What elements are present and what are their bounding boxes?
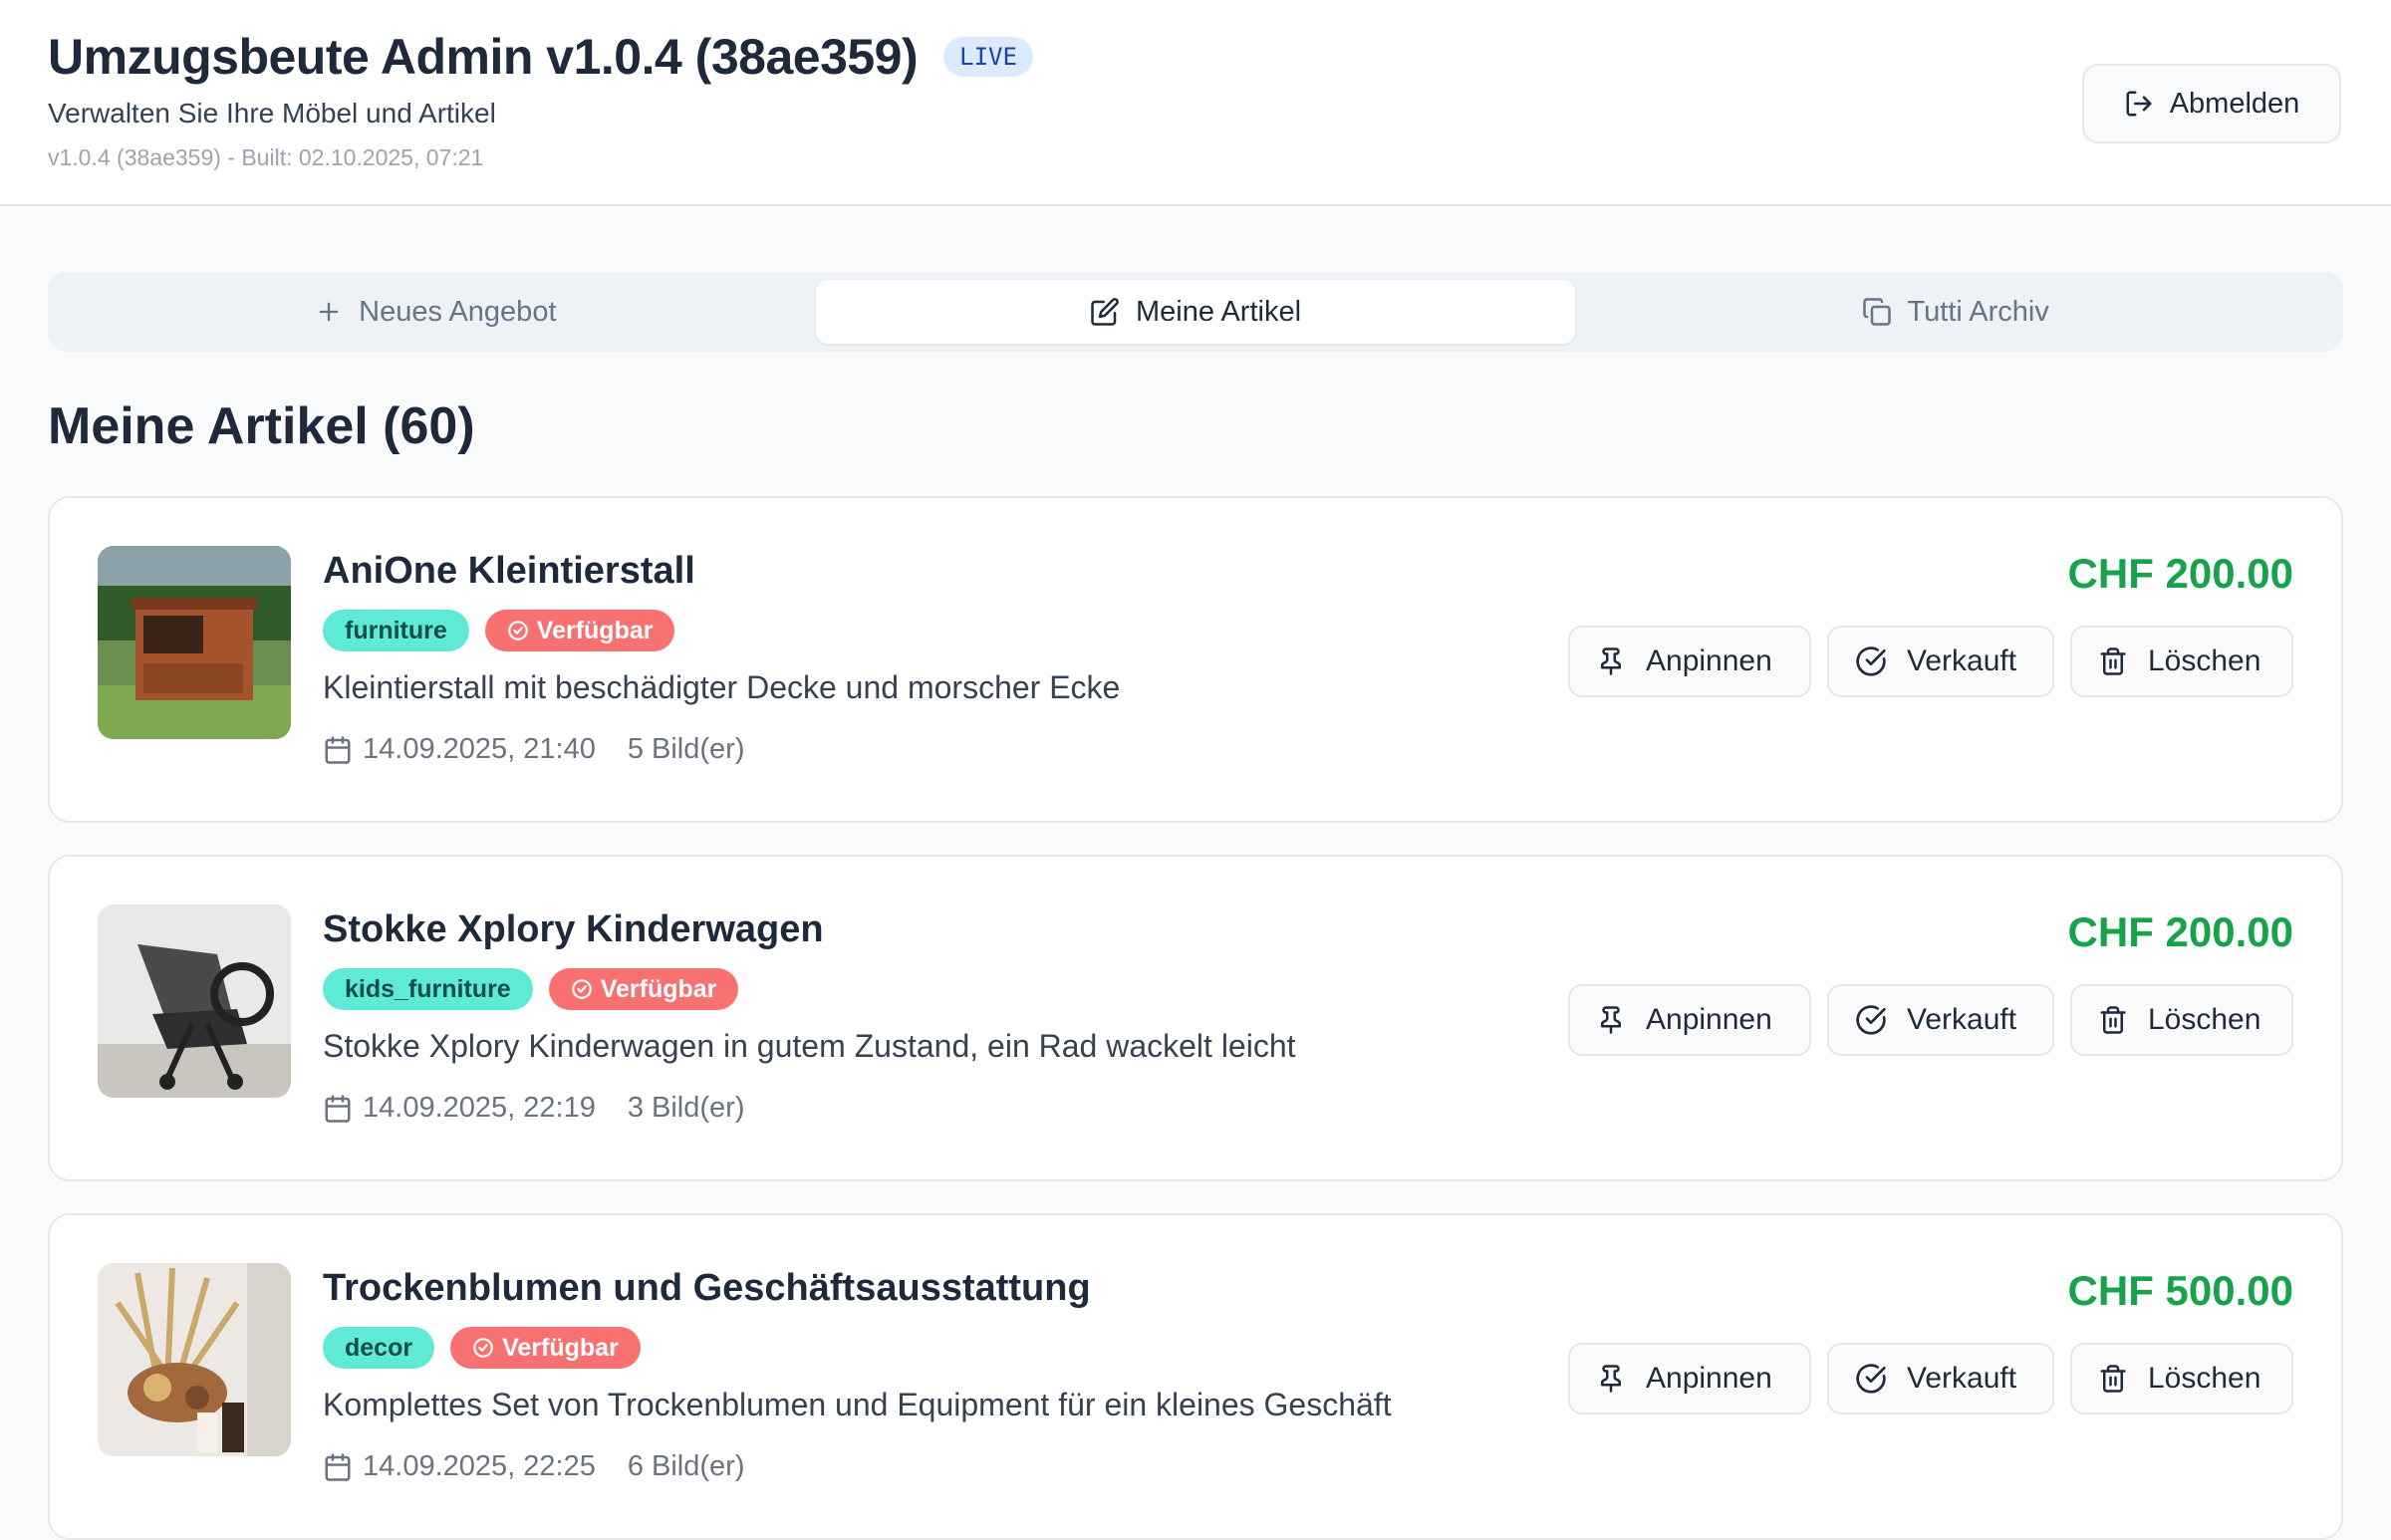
mark-sold-button[interactable]: Verkauft [1827,984,2054,1056]
item-title: AniOne Kleintierstall [323,550,695,592]
category-tag: furniture [323,610,469,651]
item-image-count: 6 Bild(er) [627,1450,745,1482]
check-circle-icon [507,620,529,642]
trash-icon [2098,1364,2128,1394]
pin-icon [1596,646,1626,676]
tab-bar: Neues Angebot Meine Artikel Tutti Archiv [48,272,2343,352]
item-description: Kleintierstall mit beschädigter Decke un… [323,669,1121,705]
item-tags: furniture Verfügbar [323,610,675,651]
sold-label: Verkauft [1907,644,2017,677]
delete-label: Löschen [2148,644,2261,677]
item-meta: 14.09.2025, 21:40 5 Bild(er) [323,733,744,766]
item-price: CHF 200.00 [2067,550,2293,597]
pin-label: Anpinnen [1646,1362,1772,1395]
status-label: Verfügbar [536,616,654,644]
title-row: Umzugsbeute Admin v1.0.4 (38ae359) LIVE [48,28,1033,86]
pin-label: Anpinnen [1646,644,1772,677]
delete-button[interactable]: Löschen [2070,626,2293,697]
calendar-icon [323,735,353,765]
status-label: Verfügbar [502,1333,619,1362]
item-title: Stokke Xplory Kinderwagen [323,908,824,950]
section-title: Meine Artikel (60) [48,397,475,455]
check-circle-icon [571,978,593,1000]
pin-icon [1596,1364,1626,1394]
item-price: CHF 500.00 [2067,1267,2293,1314]
app-header: Umzugsbeute Admin v1.0.4 (38ae359) LIVE … [0,0,2391,206]
item-actions: Anpinnen Verkauft Löschen [1568,984,2293,1056]
delete-button[interactable]: Löschen [2070,984,2293,1056]
sold-label: Verkauft [1907,1003,2017,1036]
trash-icon [2098,646,2128,676]
live-badge: LIVE [943,37,1033,77]
status-label: Verfügbar [600,974,717,1003]
trash-icon [2098,1005,2128,1035]
item-thumbnail[interactable] [98,904,291,1098]
edit-icon [1090,297,1120,327]
item-image-count: 3 Bild(er) [627,1092,745,1124]
item-date: 14.09.2025, 22:25 [363,1450,596,1482]
logout-icon [2124,89,2154,119]
item-actions: Anpinnen Verkauft Löschen [1568,1343,2293,1414]
item-card[interactable]: Trockenblumen und Geschäftsausstattung d… [48,1213,2343,1540]
item-thumbnail[interactable] [98,546,291,739]
item-description: Stokke Xplory Kinderwagen in gutem Zusta… [323,1028,1296,1064]
pin-button[interactable]: Anpinnen [1568,626,1811,697]
category-tag: kids_furniture [323,968,533,1010]
pin-icon [1596,1005,1626,1035]
check-circle-icon [1855,1004,1887,1036]
item-card[interactable]: Stokke Xplory Kinderwagen kids_furniture… [48,855,2343,1181]
mark-sold-button[interactable]: Verkauft [1827,626,2054,697]
item-image-count: 5 Bild(er) [627,733,745,765]
calendar-icon [323,1452,353,1482]
check-circle-icon [472,1337,494,1359]
item-tags: kids_furniture Verfügbar [323,968,739,1010]
copy-icon [1862,297,1892,327]
pin-button[interactable]: Anpinnen [1568,984,1811,1056]
check-circle-icon [1855,645,1887,677]
tab-new-offer[interactable]: Neues Angebot [56,280,816,344]
pin-label: Anpinnen [1646,1003,1772,1036]
item-meta: 14.09.2025, 22:25 6 Bild(er) [323,1450,744,1483]
tab-label: Meine Artikel [1136,295,1302,328]
item-price: CHF 200.00 [2067,908,2293,955]
calendar-icon [323,1094,353,1124]
build-info: v1.0.4 (38ae359) - Built: 02.10.2025, 07… [48,144,484,170]
sold-label: Verkauft [1907,1362,2017,1395]
check-circle-icon [1855,1363,1887,1395]
item-thumbnail[interactable] [98,1263,291,1456]
delete-label: Löschen [2148,1003,2261,1036]
tab-tutti-archive[interactable]: Tutti Archiv [1575,280,2335,344]
status-badge: Verfügbar [484,610,675,651]
status-badge: Verfügbar [450,1327,641,1369]
item-description: Komplettes Set von Trockenblumen und Equ… [323,1387,1392,1422]
delete-button[interactable]: Löschen [2070,1343,2293,1414]
tab-my-items[interactable]: Meine Artikel [815,280,1576,344]
category-tag: decor [323,1327,435,1369]
tab-label: Neues Angebot [359,295,557,328]
item-actions: Anpinnen Verkauft Löschen [1568,626,2293,697]
logout-label: Abmelden [2169,87,2300,120]
app-title: Umzugsbeute Admin v1.0.4 (38ae359) [48,29,919,85]
pin-button[interactable]: Anpinnen [1568,1343,1811,1414]
item-meta: 14.09.2025, 22:19 3 Bild(er) [323,1092,744,1125]
tab-label: Tutti Archiv [1907,295,2049,328]
delete-label: Löschen [2148,1362,2261,1395]
plus-icon [315,298,343,326]
item-tags: decor Verfügbar [323,1327,641,1369]
item-title: Trockenblumen und Geschäftsausstattung [323,1267,1091,1309]
mark-sold-button[interactable]: Verkauft [1827,1343,2054,1414]
item-date: 14.09.2025, 21:40 [363,733,596,765]
status-badge: Verfügbar [548,968,739,1010]
item-card[interactable]: AniOne Kleintierstall furniture Verfügba… [48,496,2343,823]
logout-button[interactable]: Abmelden [2082,64,2341,143]
app-subtitle: Verwalten Sie Ihre Möbel und Artikel [48,98,496,128]
item-date: 14.09.2025, 22:19 [363,1092,596,1124]
